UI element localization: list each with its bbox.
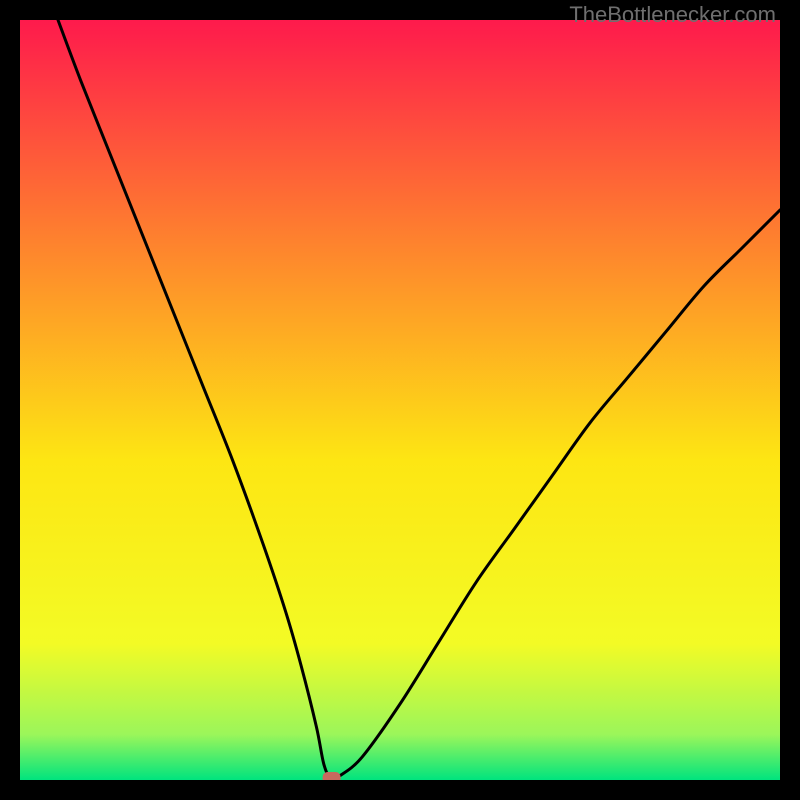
chart-svg: [20, 20, 780, 780]
watermark-text: TheBottlenecker.com: [569, 2, 776, 28]
chart-frame: [20, 20, 780, 780]
minimum-marker: [323, 772, 341, 780]
gradient-background: [20, 20, 780, 780]
